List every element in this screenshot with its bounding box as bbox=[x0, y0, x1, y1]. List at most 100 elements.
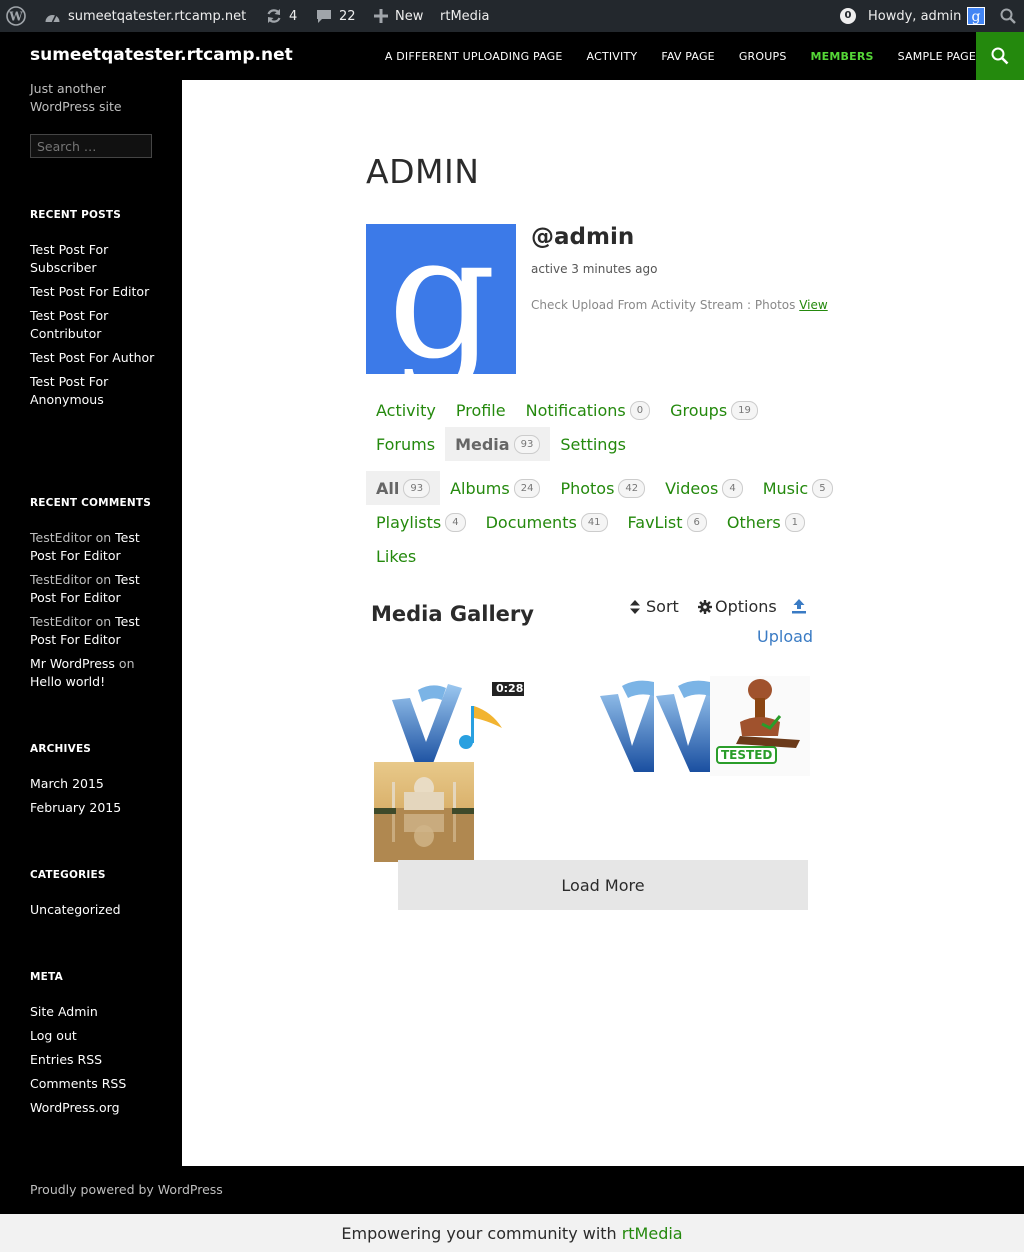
media-tab-photos[interactable]: Photos 42 bbox=[550, 471, 655, 505]
adminbar-search-icon[interactable] bbox=[1000, 0, 1016, 32]
category-link[interactable]: Uncategorized bbox=[30, 901, 158, 919]
tab-label: Photos bbox=[560, 478, 615, 498]
comment-author: TestEditor bbox=[30, 530, 92, 545]
footer-credit-link[interactable]: Proudly powered by WordPress bbox=[30, 1182, 223, 1197]
media-tab-likes[interactable]: Likes bbox=[366, 539, 426, 573]
media-tab-albums[interactable]: Albums 24 bbox=[440, 471, 550, 505]
comment-post-link[interactable]: Hello world! bbox=[30, 674, 105, 689]
tab-notifications[interactable]: Notifications 0 bbox=[516, 393, 661, 427]
upload-link[interactable]: Upload bbox=[757, 627, 813, 646]
tab-label: Notifications bbox=[525, 400, 626, 420]
meta-link-logout[interactable]: Log out bbox=[30, 1027, 158, 1045]
recent-post-link[interactable]: Test Post For Anonymous bbox=[30, 373, 158, 409]
tab-activity[interactable]: Activity bbox=[366, 393, 446, 427]
meta-link-site-admin[interactable]: Site Admin bbox=[30, 1003, 158, 1021]
notification-count-badge[interactable]: 0 bbox=[840, 8, 856, 24]
site-title[interactable]: sumeetqatester.rtcamp.net bbox=[30, 45, 293, 65]
search-icon bbox=[991, 47, 1009, 65]
tab-label: Others bbox=[726, 512, 781, 532]
count-badge: 19 bbox=[731, 400, 758, 420]
tab-label: Videos bbox=[665, 478, 719, 498]
archive-link[interactable]: March 2015 bbox=[30, 775, 158, 793]
sort-label: Sort bbox=[646, 597, 679, 616]
adminbar-new[interactable]: New bbox=[374, 0, 423, 32]
media-tab-others[interactable]: Others 1 bbox=[717, 505, 815, 539]
nav-item-members[interactable]: MEMBERS bbox=[811, 50, 874, 63]
plus-icon bbox=[374, 9, 388, 23]
member-nav-row: Activity Profile Notifications 0 Groups 19 bbox=[366, 393, 768, 427]
media-thumb-taj-mahal[interactable] bbox=[374, 762, 474, 862]
sort-button[interactable]: Sort bbox=[630, 597, 679, 616]
media-thumb-video[interactable]: 0:28 bbox=[374, 676, 524, 772]
meta-link-comments-rss[interactable]: Comments RSS bbox=[30, 1075, 158, 1093]
nav-item-uploading-page[interactable]: A DIFFERENT UPLOADING PAGE bbox=[385, 50, 563, 63]
tab-forums[interactable]: Forums bbox=[366, 427, 445, 461]
adminbar-comments[interactable]: 22 bbox=[316, 0, 356, 32]
sidebar-search-input[interactable] bbox=[30, 134, 152, 158]
media-thumb-tested-stamp[interactable]: TESTED bbox=[710, 676, 810, 776]
count-badge: 1 bbox=[784, 512, 806, 532]
upload-icon[interactable] bbox=[791, 598, 807, 618]
adminbar-account[interactable]: 0 Howdy, admin g bbox=[840, 0, 986, 32]
count-badge: 4 bbox=[722, 478, 743, 498]
recent-post-link[interactable]: Test Post For Contributor bbox=[30, 307, 158, 343]
comment-on: on bbox=[95, 572, 112, 587]
recent-comment-item: Mr WordPress on Hello world! bbox=[30, 655, 158, 691]
media-gallery-title: Media Gallery bbox=[371, 602, 534, 626]
meta-link-entries-rss[interactable]: Entries RSS bbox=[30, 1051, 158, 1069]
nav-item-fav-page[interactable]: FAV PAGE bbox=[661, 50, 715, 63]
taj-mahal-photo bbox=[374, 762, 474, 862]
tab-media[interactable]: Media 93 bbox=[445, 427, 551, 461]
recent-post-link[interactable]: Test Post For Author bbox=[30, 349, 158, 367]
recent-post-link[interactable]: Test Post For Editor bbox=[30, 283, 158, 301]
wordpress-logo-icon[interactable]: W bbox=[6, 0, 26, 32]
nav-item-sample-page[interactable]: SAMPLE PAGE bbox=[898, 50, 976, 63]
recent-comment-item: TestEditor on Test Post For Editor bbox=[30, 613, 158, 649]
nav-item-groups[interactable]: GROUPS bbox=[739, 50, 787, 63]
stamp-label: TESTED bbox=[716, 746, 778, 764]
media-tab-playlists[interactable]: Playlists 4 bbox=[366, 505, 476, 539]
rtmedia-footer-bar: Empowering your community with rtMedia bbox=[0, 1214, 1024, 1252]
recent-posts-title: RECENT POSTS bbox=[30, 209, 122, 221]
tab-label: Likes bbox=[376, 546, 417, 566]
media-thumb-logo-2[interactable] bbox=[656, 676, 710, 776]
media-tab-documents[interactable]: Documents 41 bbox=[476, 505, 618, 539]
search-toggle-button[interactable] bbox=[976, 32, 1024, 80]
latest-update-view-link[interactable]: View bbox=[799, 298, 827, 312]
adminbar-site-link[interactable]: sumeetqatester.rtcamp.net bbox=[44, 0, 246, 32]
media-tab-favlist[interactable]: FavList 6 bbox=[618, 505, 717, 539]
recent-comments-title: RECENT COMMENTS bbox=[30, 497, 151, 509]
tab-groups[interactable]: Groups 19 bbox=[660, 393, 768, 427]
comment-on: on bbox=[95, 614, 112, 629]
media-thumb-logo-1[interactable] bbox=[600, 676, 654, 776]
latest-update-text: Check Upload From Activity Stream : Phot… bbox=[531, 298, 796, 312]
media-tab-music[interactable]: Music 5 bbox=[753, 471, 843, 505]
archive-link[interactable]: February 2015 bbox=[30, 799, 158, 817]
logo-thumbnail-icon bbox=[600, 680, 654, 772]
profile-avatar[interactable]: g bbox=[366, 224, 516, 374]
nav-item-activity[interactable]: ACTIVITY bbox=[587, 50, 638, 63]
tab-label: All bbox=[376, 478, 400, 498]
adminbar-rtmedia[interactable]: rtMedia bbox=[440, 0, 490, 32]
recent-post-link[interactable]: Test Post For Subscriber bbox=[30, 241, 158, 277]
activity-meta: active 3 minutes ago bbox=[531, 262, 658, 276]
tab-settings[interactable]: Settings bbox=[550, 427, 636, 461]
profile-username: @admin bbox=[531, 224, 635, 250]
media-tab-all[interactable]: All 93 bbox=[366, 471, 441, 505]
meta-link-wordpress-org[interactable]: WordPress.org bbox=[30, 1099, 158, 1117]
dashboard-icon bbox=[44, 9, 61, 24]
tab-label: FavList bbox=[627, 512, 683, 532]
media-tab-videos[interactable]: Videos 4 bbox=[655, 471, 753, 505]
tab-label: Albums bbox=[450, 478, 510, 498]
media-nav-row: All 93 Albums 24 Photos 42 Videos 4 Music 5 bbox=[366, 471, 843, 505]
adminbar-site-name: sumeetqatester.rtcamp.net bbox=[68, 8, 247, 24]
gear-icon bbox=[698, 599, 712, 614]
options-button[interactable]: Options bbox=[698, 597, 777, 616]
adminbar-updates[interactable]: 4 bbox=[266, 0, 297, 32]
recent-comment-item: TestEditor on Test Post For Editor bbox=[30, 529, 158, 565]
comment-author[interactable]: Mr WordPress bbox=[30, 656, 115, 671]
load-more-button[interactable]: Load More bbox=[398, 860, 808, 910]
rtmedia-link[interactable]: rtMedia bbox=[622, 1224, 683, 1243]
sidebar: Just another WordPress site RECENT POSTS… bbox=[0, 80, 182, 1166]
tab-profile[interactable]: Profile bbox=[446, 393, 516, 427]
